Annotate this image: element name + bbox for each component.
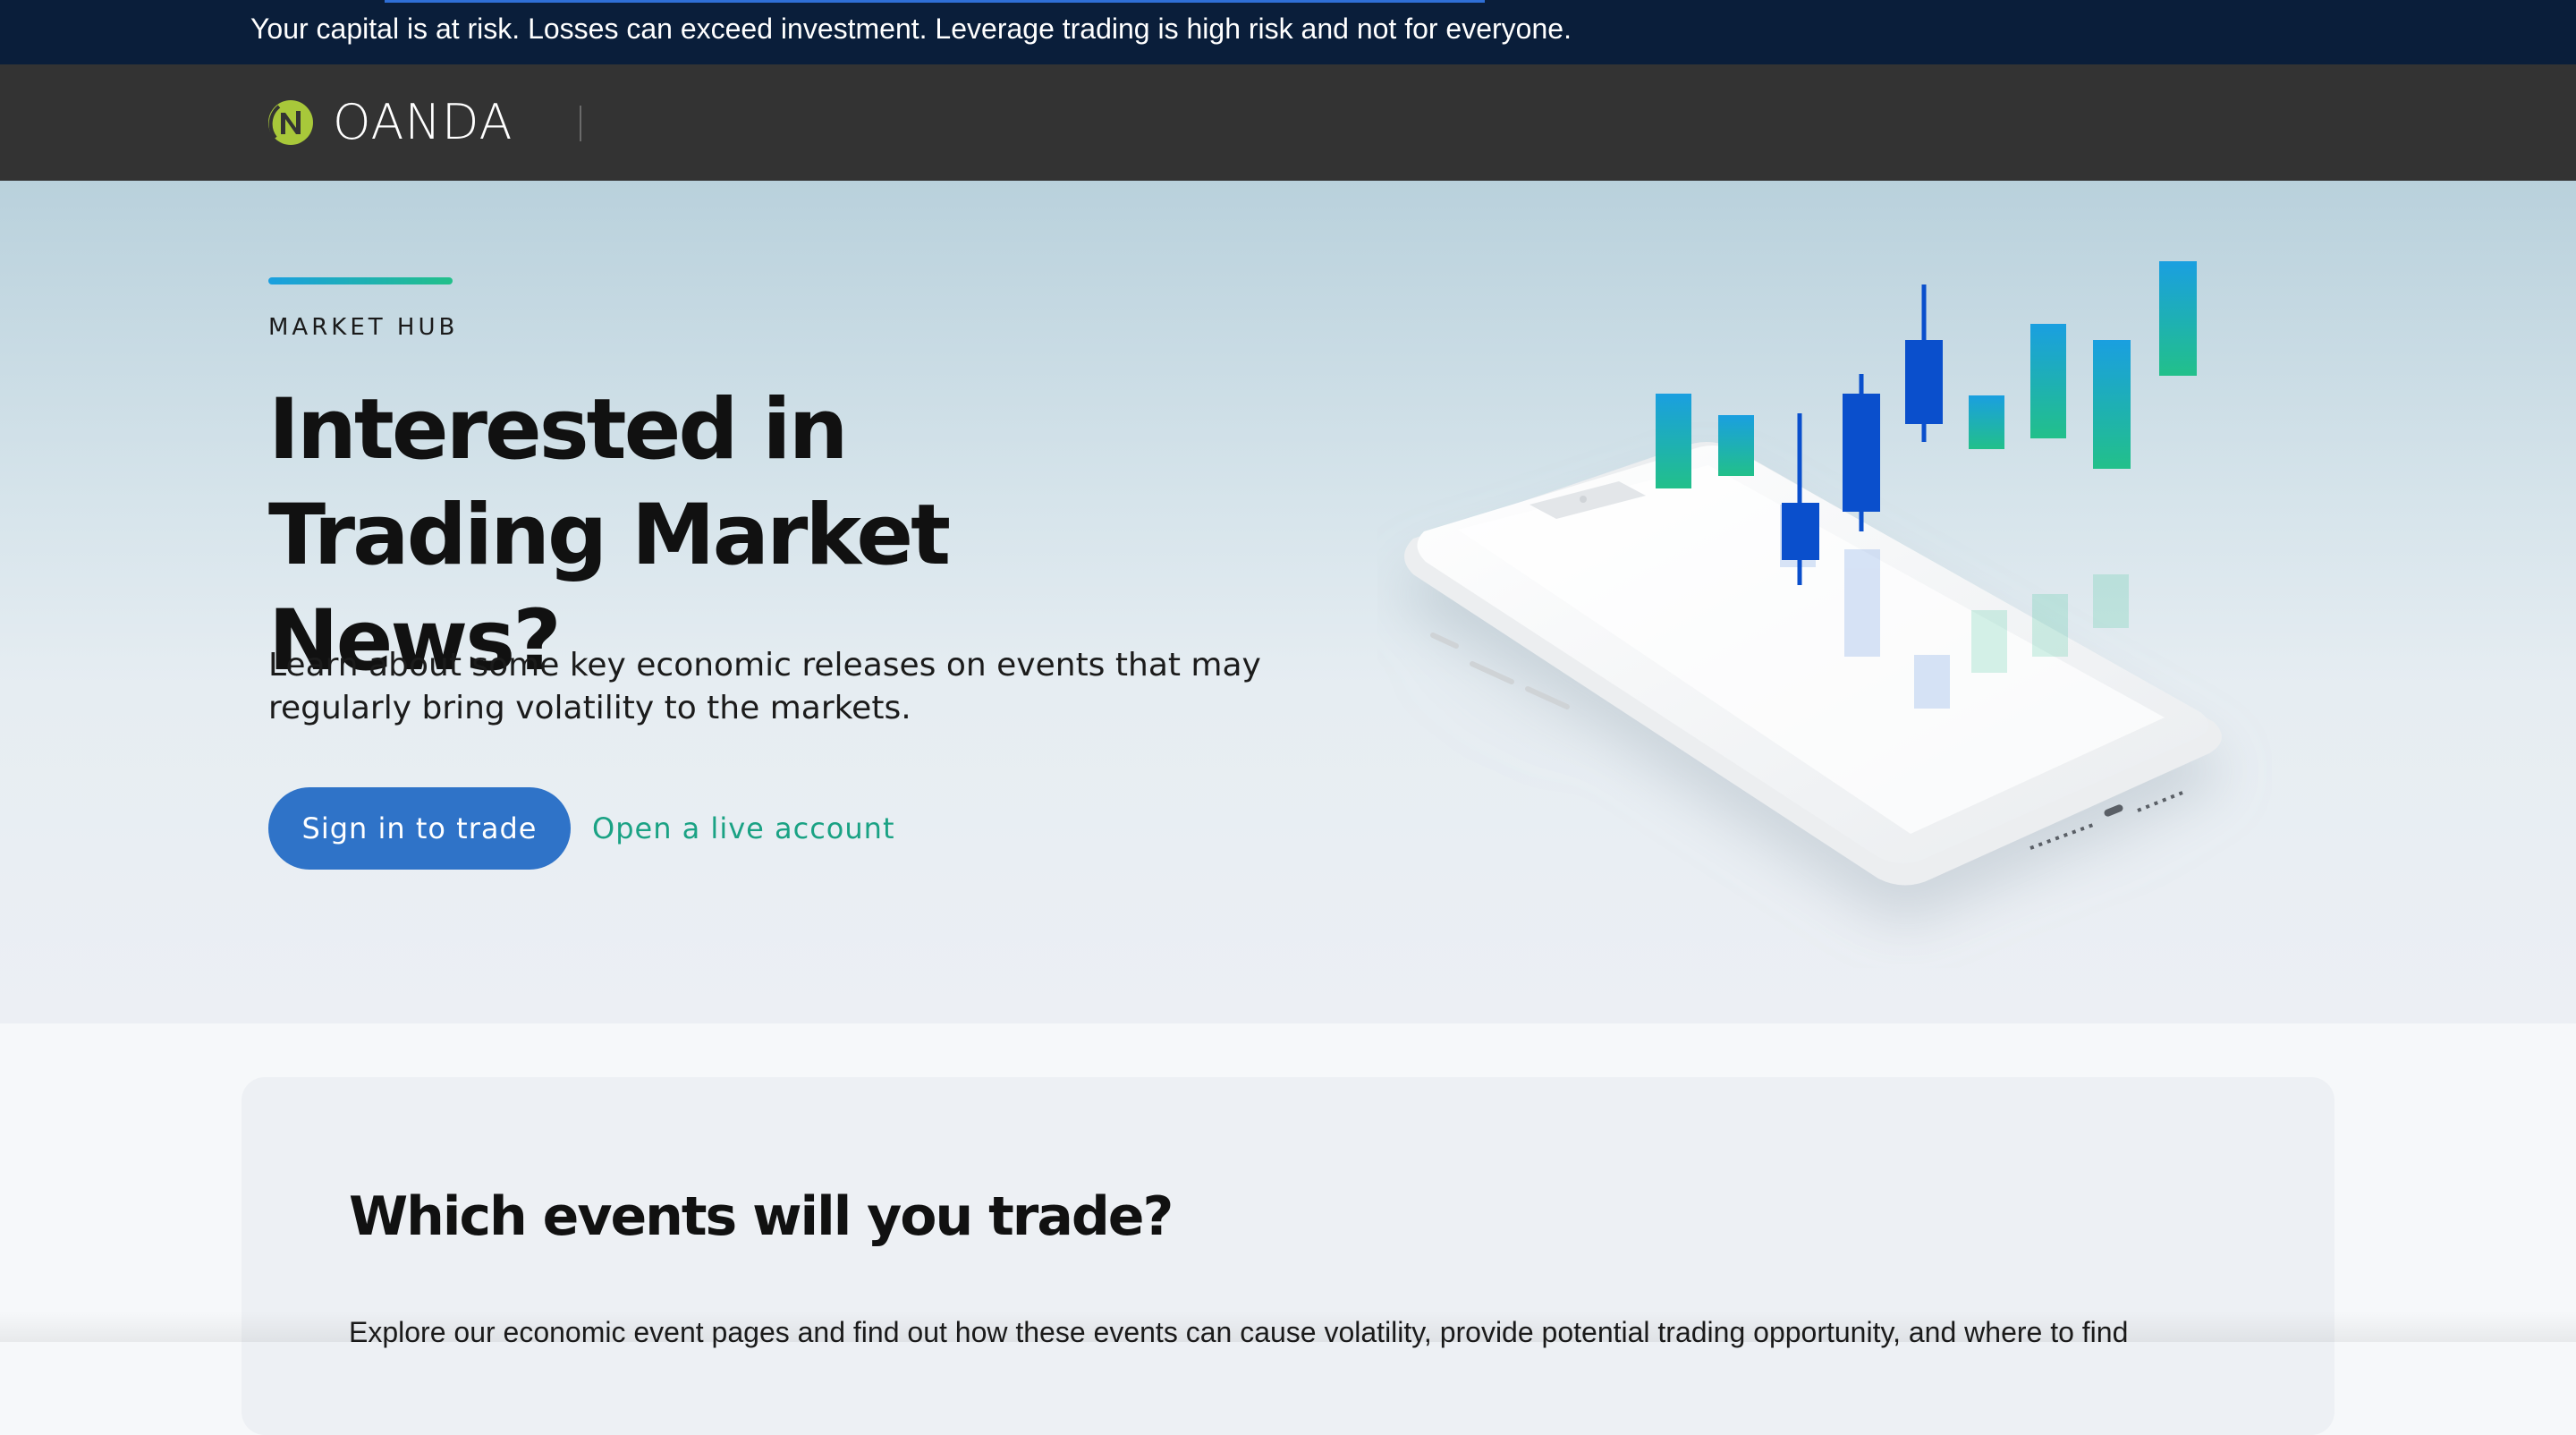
- hero-eyebrow: MARKET HUB: [268, 314, 459, 341]
- sign-in-to-trade-button[interactable]: Sign in to trade: [268, 787, 571, 870]
- events-section: Which events will you trade? Explore our…: [0, 1023, 2576, 1435]
- oanda-logo-link[interactable]: OANDA: [267, 98, 513, 147]
- open-live-account-link[interactable]: Open a live account: [592, 809, 894, 848]
- hero-accent-bar: [268, 277, 453, 284]
- events-card: Which events will you trade? Explore our…: [242, 1077, 2334, 1435]
- oanda-logo-icon: [268, 100, 313, 145]
- banner-accent-line: [385, 0, 1485, 3]
- hero-section: MARKET HUB Interested in Trading Market …: [0, 181, 2576, 1023]
- hero-description: Learn about some key economic releases o…: [268, 647, 1261, 726]
- candlestick-chart: [1656, 234, 2197, 585]
- smartphone-candlestick-illustration: [1404, 234, 2222, 886]
- events-title: Which events will you trade?: [349, 1185, 1174, 1248]
- risk-warning-text: Your capital is at risk. Losses can exce…: [250, 13, 1572, 45]
- top-navigation-bar: OANDA: [0, 64, 2576, 181]
- risk-warning-banner: Your capital is at risk. Losses can exce…: [0, 0, 2576, 64]
- events-description: Explore our economic event pages and fin…: [349, 1316, 2129, 1348]
- oanda-wordmark: OANDA: [333, 94, 513, 150]
- nav-divider: [580, 106, 581, 141]
